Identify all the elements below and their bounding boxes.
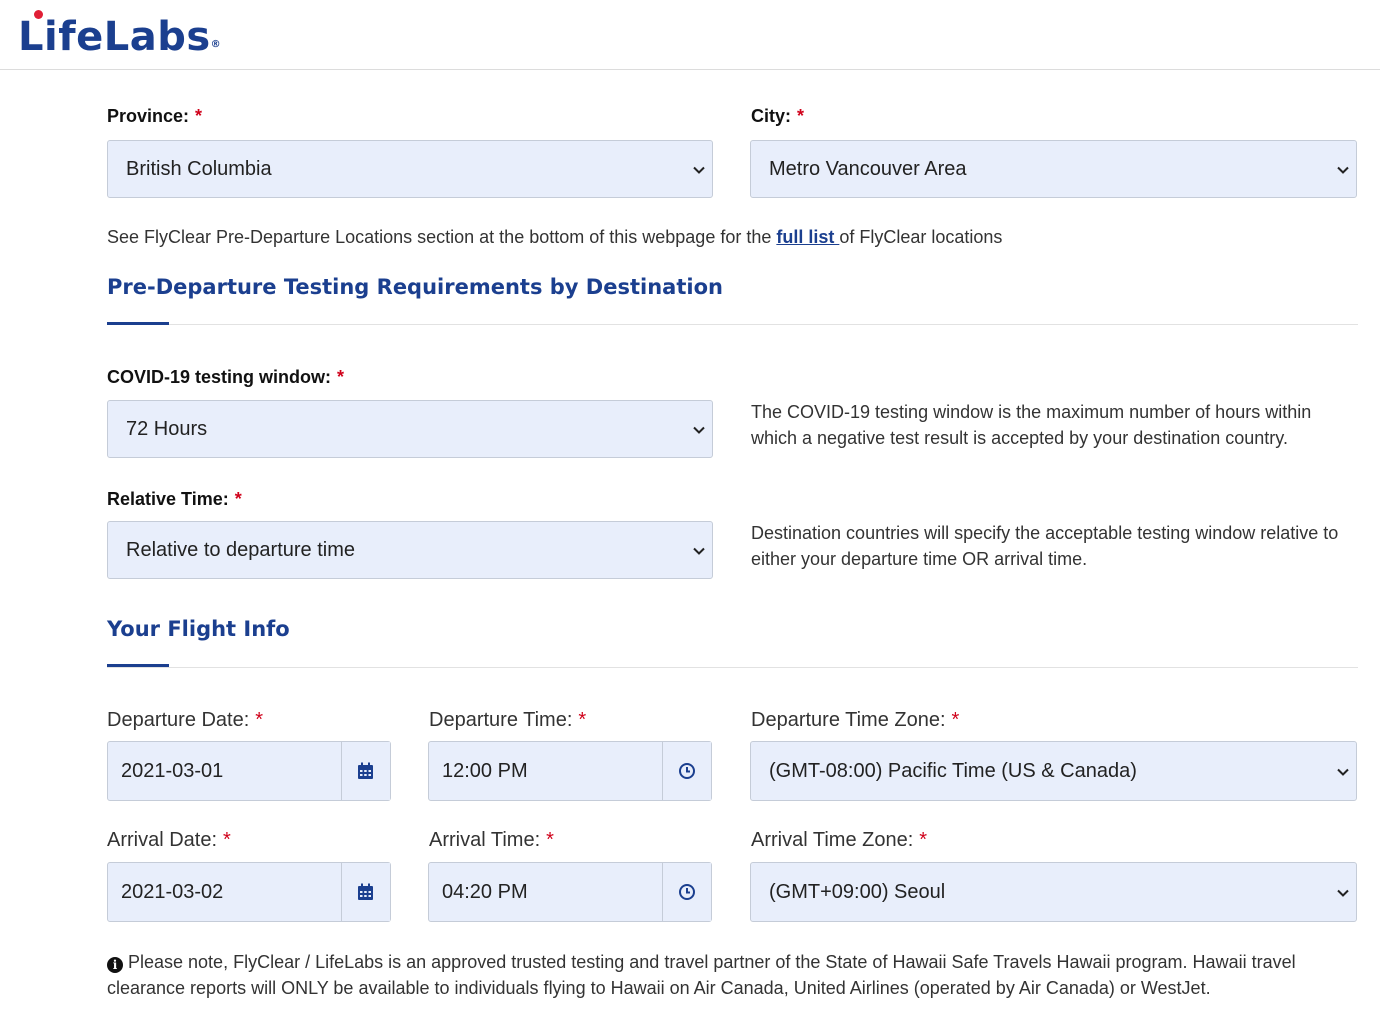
arrival-date-value: 2021-03-02 <box>121 881 224 903</box>
departure-time-label: Departure Time: * <box>429 709 586 732</box>
relative-time-select[interactable]: Relative to departure time <box>107 521 713 579</box>
clock-icon <box>679 763 695 779</box>
logo-dot-icon <box>34 10 43 19</box>
required-mark: * <box>337 367 345 387</box>
city-select[interactable]: Metro Vancouver Area <box>750 140 1357 198</box>
departure-time-label-text: Departure Time: <box>429 709 573 731</box>
info-icon: i <box>107 957 123 973</box>
departure-date-value: 2021-03-01 <box>121 760 224 782</box>
arrival-time-picker-button[interactable] <box>662 863 711 921</box>
arrival-time-input[interactable]: 04:20 PM <box>428 862 712 922</box>
relative-time-label: Relative Time: * <box>107 489 242 510</box>
required-mark: * <box>195 106 203 126</box>
departure-time-value: 12:00 PM <box>442 760 528 782</box>
arrival-timezone-select[interactable]: (GMT+09:00) Seoul <box>750 862 1357 922</box>
arrival-time-label: Arrival Time: * <box>429 829 554 852</box>
flight-section-title: Your Flight Info <box>107 617 290 641</box>
departure-date-input[interactable]: 2021-03-01 <box>107 741 391 801</box>
testing-window-label-text: COVID-19 testing window: <box>107 367 332 387</box>
calendar-icon <box>358 883 373 900</box>
departure-date-label-text: Departure Date: <box>107 709 250 731</box>
relative-time-help: Destination countries will specify the a… <box>751 523 1339 569</box>
testing-window-label: COVID-19 testing window: * <box>107 367 344 388</box>
city-label: City: * <box>751 106 804 127</box>
required-mark: * <box>223 829 231 851</box>
province-label-text: Province: <box>107 106 190 126</box>
required-mark: * <box>578 709 587 731</box>
province-label: Province: * <box>107 106 202 127</box>
relative-time-value: Relative to departure time <box>126 539 356 561</box>
required-mark: * <box>255 709 264 731</box>
required-mark: * <box>234 489 242 509</box>
testing-window-value: 72 Hours <box>126 418 208 440</box>
full-list-link[interactable]: full list <box>776 227 839 247</box>
logo-text: LifeLabs <box>18 14 211 60</box>
requirements-section-title: Pre-Departure Testing Requirements by De… <box>107 275 723 299</box>
arrival-timezone-label-text: Arrival Time Zone: <box>751 829 914 851</box>
departure-timezone-label: Departure Time Zone: * <box>751 709 959 732</box>
departure-timezone-label-text: Departure Time Zone: <box>751 709 946 731</box>
logo-reg-mark: ® <box>210 39 222 50</box>
required-mark: * <box>546 829 554 851</box>
required-mark: * <box>797 106 805 126</box>
locations-note-suffix: of FlyClear locations <box>839 227 1003 247</box>
relative-time-label-text: Relative Time: <box>107 489 229 509</box>
chevron-down-icon <box>693 426 705 434</box>
section-divider <box>107 324 1358 325</box>
departure-time-picker-button[interactable] <box>662 742 711 800</box>
chevron-down-icon <box>1337 889 1349 897</box>
arrival-date-label: Arrival Date: * <box>107 829 231 852</box>
chevron-down-icon <box>1337 768 1349 776</box>
calendar-icon <box>358 762 373 779</box>
province-select[interactable]: British Columbia <box>107 140 713 198</box>
required-mark: * <box>919 829 928 851</box>
chevron-down-icon <box>693 166 705 174</box>
testing-window-select[interactable]: 72 Hours <box>107 400 713 458</box>
departure-date-picker-button[interactable] <box>341 742 390 800</box>
hawaii-partner-note: i Please note, FlyClear / LifeLabs is an … <box>107 949 1347 1001</box>
hawaii-partner-note-text: Please note, FlyClear / LifeLabs is an a… <box>107 952 1296 998</box>
city-label-text: City: <box>751 106 791 126</box>
section-accent-bar <box>107 664 169 667</box>
arrival-time-label-text: Arrival Time: <box>429 829 541 851</box>
departure-timezone-select[interactable]: (GMT-08:00) Pacific Time (US & Canada) <box>750 741 1357 801</box>
arrival-date-input[interactable]: 2021-03-02 <box>107 862 391 922</box>
section-divider <box>107 667 1358 668</box>
arrival-timezone-label: Arrival Time Zone: * <box>751 829 927 852</box>
arrival-timezone-value: (GMT+09:00) Seoul <box>769 881 946 903</box>
departure-time-input[interactable]: 12:00 PM <box>428 741 712 801</box>
departure-timezone-value: (GMT-08:00) Pacific Time (US & Canada) <box>769 760 1137 782</box>
site-header: LifeLabs® <box>0 0 1380 70</box>
section-accent-bar <box>107 322 169 325</box>
city-select-value: Metro Vancouver Area <box>769 158 967 180</box>
locations-note: See FlyClear Pre-Departure Locations sec… <box>107 224 1357 250</box>
chevron-down-icon <box>1337 166 1349 174</box>
arrival-time-value: 04:20 PM <box>442 881 528 903</box>
testing-window-help: The COVID-19 testing window is the maxim… <box>751 402 1312 448</box>
departure-date-label: Departure Date: * <box>107 709 263 732</box>
arrival-date-label-text: Arrival Date: <box>107 829 218 851</box>
chevron-down-icon <box>693 547 705 555</box>
lifelabs-logo[interactable]: LifeLabs® <box>18 10 222 60</box>
arrival-date-picker-button[interactable] <box>341 863 390 921</box>
locations-note-prefix: See FlyClear Pre-Departure Locations sec… <box>107 227 777 247</box>
required-mark: * <box>951 709 960 731</box>
clock-icon <box>679 884 695 900</box>
province-select-value: British Columbia <box>126 158 272 180</box>
